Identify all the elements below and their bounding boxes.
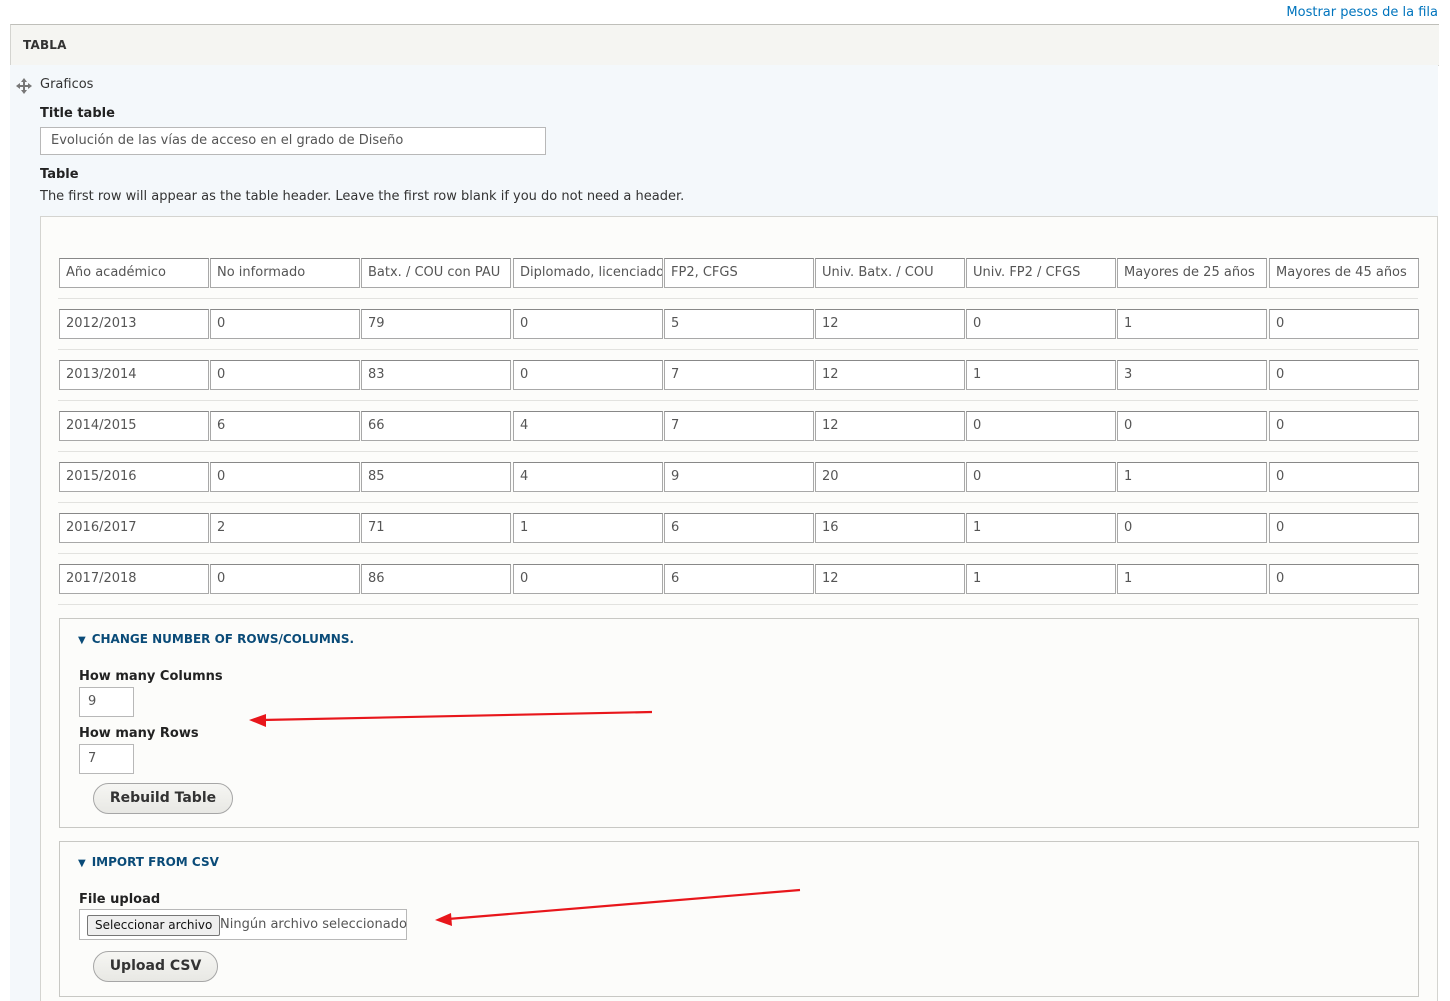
- table-cell-input[interactable]: 1: [966, 513, 1116, 543]
- table-cell-input[interactable]: 2016/2017: [59, 513, 209, 543]
- upload-csv-button[interactable]: Upload CSV: [93, 951, 218, 982]
- table-cell-input[interactable]: 2013/2014: [59, 360, 209, 390]
- table-header-cell[interactable]: Univ. FP2 / CFGS: [966, 258, 1116, 288]
- change-rows-columns-toggle[interactable]: ▼ CHANGE NUMBER OF ROWS/COLUMNS.: [78, 632, 354, 646]
- table-cell-input[interactable]: 83: [361, 360, 511, 390]
- table-cell-input[interactable]: 0: [513, 564, 663, 594]
- table-header-cell[interactable]: Año académico: [59, 258, 209, 288]
- table-description: The first row will appear as the table h…: [40, 189, 685, 204]
- table-cell-input[interactable]: 0: [210, 462, 360, 492]
- row-divider: [58, 553, 1418, 554]
- table-cell-input[interactable]: 1: [966, 360, 1116, 390]
- section-title: TABLA: [23, 38, 67, 52]
- table-cell-input[interactable]: 1: [966, 564, 1116, 594]
- table-cell-input[interactable]: 0: [1269, 309, 1419, 339]
- table-cell-input[interactable]: 0: [513, 309, 663, 339]
- move-arrows-icon[interactable]: [16, 78, 32, 94]
- table-cell-input[interactable]: 66: [361, 411, 511, 441]
- triangle-down-icon: ▼: [78, 858, 86, 869]
- section-header: TABLA: [10, 24, 1439, 66]
- table-cell-input[interactable]: 1: [513, 513, 663, 543]
- table-header-cell[interactable]: Diplomado, licenciado: [513, 258, 663, 288]
- table-cell-input[interactable]: 1: [1117, 462, 1267, 492]
- columns-input[interactable]: 9: [79, 687, 134, 717]
- table-cell-input[interactable]: 0: [966, 309, 1116, 339]
- table-cell-input[interactable]: 5: [664, 309, 814, 339]
- title-table-input[interactable]: Evolución de las vías de acceso en el gr…: [40, 127, 546, 155]
- table-cell-input[interactable]: 0: [1269, 360, 1419, 390]
- title-table-label: Title table: [40, 106, 115, 121]
- table-cell-input[interactable]: 12: [815, 411, 965, 441]
- table-cell-input[interactable]: 3: [1117, 360, 1267, 390]
- table-cell-input[interactable]: 0: [1117, 513, 1267, 543]
- row-divider: [58, 604, 1418, 605]
- table-cell-input[interactable]: 79: [361, 309, 511, 339]
- triangle-down-icon: ▼: [78, 635, 86, 646]
- table-cell-input[interactable]: 0: [210, 309, 360, 339]
- table-cell-input[interactable]: 0: [1269, 462, 1419, 492]
- row-divider: [58, 298, 1418, 299]
- table-cell-input[interactable]: 0: [1117, 411, 1267, 441]
- table-header-cell[interactable]: Univ. Batx. / COU: [815, 258, 965, 288]
- table-cell-input[interactable]: 2015/2016: [59, 462, 209, 492]
- table-header-cell[interactable]: No informado: [210, 258, 360, 288]
- show-row-weights-link[interactable]: Mostrar pesos de la fila: [1286, 5, 1438, 20]
- row-divider: [58, 451, 1418, 452]
- table-cell-input[interactable]: 2017/2018: [59, 564, 209, 594]
- table-cell-input[interactable]: 2: [210, 513, 360, 543]
- rows-label: How many Rows: [79, 726, 199, 741]
- table-cell-input[interactable]: 85: [361, 462, 511, 492]
- table-cell-input[interactable]: 6: [664, 564, 814, 594]
- file-upload-field[interactable]: Seleccionar archivo Ningún archivo selec…: [79, 909, 407, 940]
- table-cell-input[interactable]: 7: [664, 411, 814, 441]
- table-cell-input[interactable]: 0: [210, 564, 360, 594]
- table-cell-input[interactable]: 0: [1269, 513, 1419, 543]
- table-cell-input[interactable]: 16: [815, 513, 965, 543]
- table-cell-input[interactable]: 12: [815, 309, 965, 339]
- change-rows-columns-legend: CHANGE NUMBER OF ROWS/COLUMNS.: [91, 632, 355, 646]
- row-divider: [58, 400, 1418, 401]
- table-cell-input[interactable]: 71: [361, 513, 511, 543]
- table-header-cell[interactable]: Mayores de 25 años: [1117, 258, 1267, 288]
- table-cell-input[interactable]: 0: [513, 360, 663, 390]
- table-header-cell[interactable]: Batx. / COU con PAU: [361, 258, 511, 288]
- table-cell-input[interactable]: 20: [815, 462, 965, 492]
- rows-input[interactable]: 7: [79, 744, 134, 774]
- drag-item-label: Graficos: [40, 77, 94, 92]
- table-cell-input[interactable]: 0: [210, 360, 360, 390]
- rebuild-table-button[interactable]: Rebuild Table: [93, 783, 233, 814]
- table-cell-input[interactable]: 12: [815, 360, 965, 390]
- table-header-cell[interactable]: FP2, CFGS: [664, 258, 814, 288]
- table-cell-input[interactable]: 0: [966, 411, 1116, 441]
- table-cell-input[interactable]: 9: [664, 462, 814, 492]
- row-divider: [58, 349, 1418, 350]
- table-cell-input[interactable]: 0: [1269, 411, 1419, 441]
- table-cell-input[interactable]: 1: [1117, 309, 1267, 339]
- table-cell-input[interactable]: 0: [966, 462, 1116, 492]
- choose-file-button[interactable]: Seleccionar archivo: [87, 915, 221, 936]
- table-cell-input[interactable]: 4: [513, 411, 663, 441]
- import-csv-legend: IMPORT FROM CSV: [91, 855, 219, 869]
- table-cell-input[interactable]: 6: [664, 513, 814, 543]
- row-divider: [58, 502, 1418, 503]
- change-rows-columns-fieldset: ▼ CHANGE NUMBER OF ROWS/COLUMNS.: [59, 618, 1419, 828]
- table-cell-input[interactable]: 12: [815, 564, 965, 594]
- table-cell-input[interactable]: 1: [1117, 564, 1267, 594]
- table-header-cell[interactable]: Mayores de 45 años: [1269, 258, 1419, 288]
- table-cell-input[interactable]: 7: [664, 360, 814, 390]
- file-status: Ningún archivo seleccionado: [220, 917, 407, 932]
- columns-label: How many Columns: [79, 669, 223, 684]
- table-cell-input[interactable]: 6: [210, 411, 360, 441]
- table-label: Table: [40, 167, 79, 182]
- table-cell-input[interactable]: 2014/2015: [59, 411, 209, 441]
- file-upload-label: File upload: [79, 892, 161, 907]
- table-cell-input[interactable]: 0: [1269, 564, 1419, 594]
- table-cell-input[interactable]: 86: [361, 564, 511, 594]
- import-csv-toggle[interactable]: ▼ IMPORT FROM CSV: [78, 855, 219, 869]
- table-cell-input[interactable]: 2012/2013: [59, 309, 209, 339]
- table-cell-input[interactable]: 4: [513, 462, 663, 492]
